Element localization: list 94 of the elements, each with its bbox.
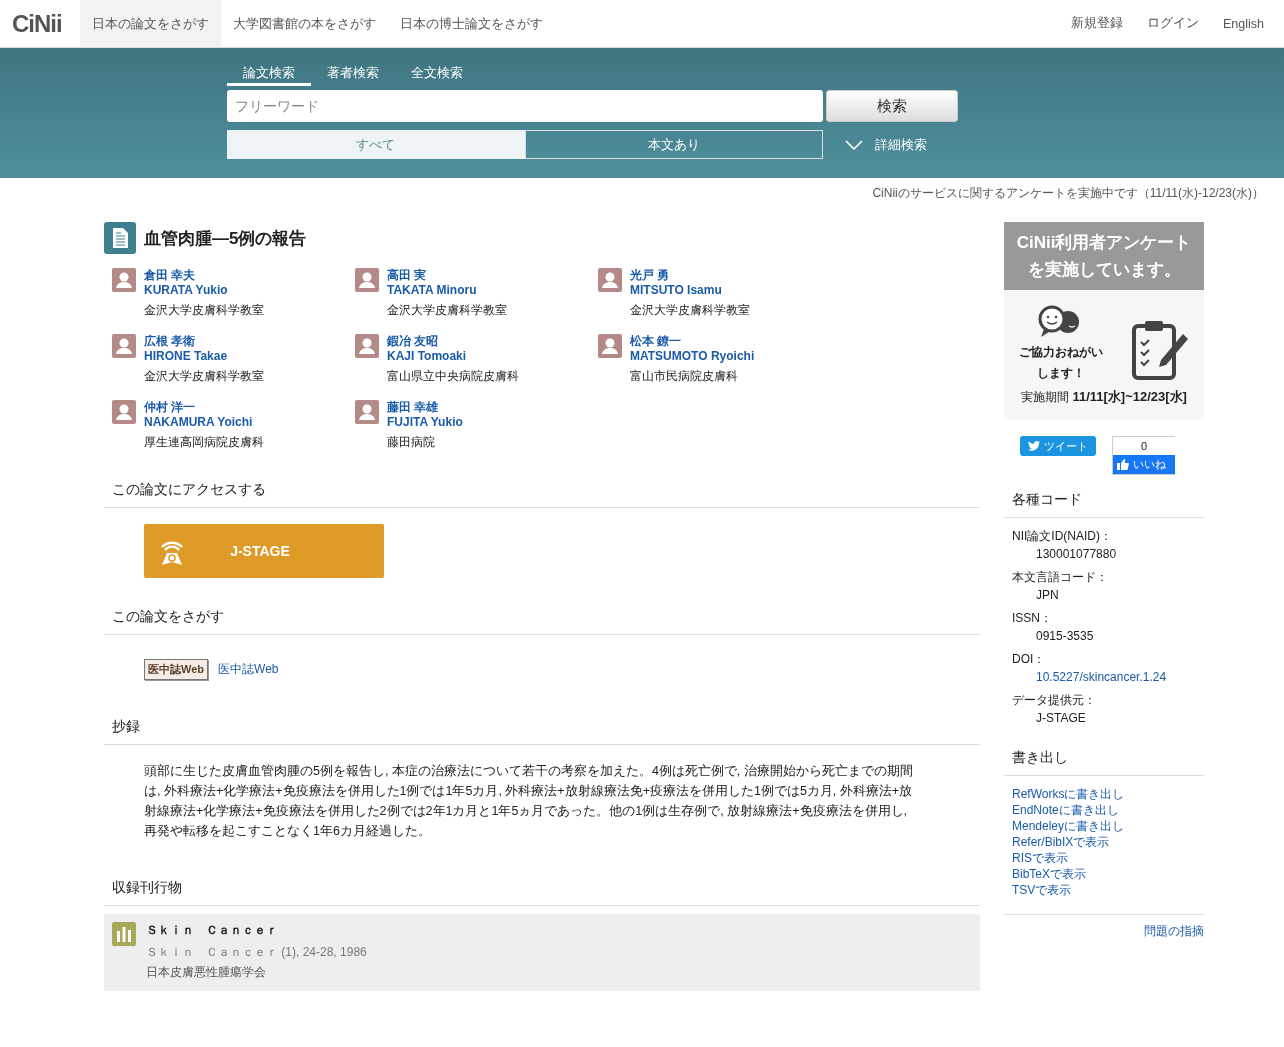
like-button[interactable]: いいね — [1113, 455, 1175, 474]
nav-link[interactable]: 新規登録 — [1071, 15, 1123, 32]
author-name-romaji[interactable]: TAKATA Minoru — [387, 283, 507, 298]
author-affiliation: 金沢大学皮膚科学教室 — [144, 368, 264, 385]
banner-caption: します！ — [1036, 365, 1086, 382]
search-tab[interactable]: 著者検索 — [310, 64, 395, 86]
author-name-romaji[interactable]: MATSUMOTO Ryoichi — [630, 349, 755, 364]
author-name[interactable]: 倉田 幸夫 — [144, 268, 264, 283]
code-value: JPN — [1035, 588, 1060, 602]
export-link[interactable]: EndNoteに書き出し — [1012, 802, 1196, 818]
author-name[interactable]: 鍜冶 友昭 — [387, 334, 519, 349]
search-tab[interactable]: 全文検索 — [394, 64, 479, 86]
author-affiliation: 厚生連高岡病院皮膚科 — [144, 434, 264, 451]
nav-link[interactable]: English — [1223, 16, 1264, 31]
author-name[interactable]: 高田 実 — [387, 268, 507, 283]
banner-period: 11/11[水]~12/23[水] — [1072, 389, 1187, 404]
avatar-icon — [112, 334, 136, 358]
document-icon — [104, 222, 136, 254]
author-name[interactable]: 松本 鐐一 — [630, 334, 755, 349]
author-name[interactable]: 藤田 幸雄 — [387, 400, 463, 415]
author-name-romaji[interactable]: KURATA Yukio — [144, 283, 264, 298]
banner-caption: ご協力おねがい — [1019, 344, 1103, 361]
author-name[interactable]: 仲村 洋一 — [144, 400, 264, 415]
code-value: J-STAGE — [1035, 711, 1087, 725]
code-label: データ提供元： — [1012, 692, 1097, 709]
nav-tab[interactable]: 大学図書館の本をさがす — [220, 0, 388, 47]
avatar-icon — [355, 268, 379, 292]
author-name-romaji[interactable]: NAKAMURA Yoichi — [144, 415, 264, 430]
code-link[interactable]: 10.5227/skincancer.1.24 — [1012, 670, 1196, 684]
journal-citation: Ｓｋｉｎ Ｃａｎｃｅｒ (1), 24-28, 1986 — [146, 944, 367, 961]
code-label: NII論文ID(NAID)： — [1012, 528, 1113, 545]
export-link[interactable]: TSVで表示 — [1012, 882, 1196, 898]
export-link[interactable]: Refer/BibIXで表示 — [1012, 834, 1196, 850]
code-label: 本文言語コード： — [1012, 569, 1109, 586]
database-link[interactable]: 医中誌Web — [218, 661, 279, 678]
banner-title: CiNii利用者アンケート — [1015, 232, 1193, 254]
author-affiliation: 富山市民病院皮膚科 — [630, 368, 739, 385]
section-heading: 書き出し — [1004, 749, 1204, 776]
chevron-icon[interactable] — [844, 139, 863, 150]
author-name-romaji[interactable]: KAJI Tomoaki — [387, 349, 519, 364]
author-affiliation: 金沢大学皮膚科学教室 — [630, 302, 750, 319]
abstract-text: 頭部に生じた皮膚血管肉腫の5例を報告し, 本症の治療法について若干の考察を加えた。4例は死亡例で, 治療開始から死亡までの期間は, 外科療法+化学療法+免疫療法を併用した1例では1年5カ月, 外科療法+放射線療法免+疫療法を併用した1例では5カ月, 外科療法+放射線療法+化学療法+免疫療法を併用した2例では2年1カ月と1年5ヵ月であった。他の1例は生存例で, 放射線療法+免疫療法を併用し, 再発や転移を起こすことなく1年6カ月経過した。 — [143, 763, 914, 840]
code-value: 0915-3535 — [1035, 629, 1095, 643]
search-button[interactable]: 検索 — [825, 90, 958, 122]
author-name[interactable]: 光戸 勇 — [630, 268, 750, 283]
section-heading: この論文をさがす — [104, 608, 980, 635]
author-affiliation: 金沢大学皮膚科学教室 — [387, 302, 507, 319]
author-affiliation: 富山県立中央病院皮膚科 — [387, 368, 519, 385]
report-link[interactable]: 問題の指摘 — [1144, 924, 1204, 938]
avatar-icon — [112, 268, 136, 292]
author-affiliation: 藤田病院 — [387, 434, 436, 451]
clipboard-pen-icon — [1131, 318, 1189, 382]
export-link[interactable]: RISで表示 — [1012, 850, 1196, 866]
export-link[interactable]: RefWorksに書き出し — [1012, 786, 1196, 802]
section-heading: 抄録 — [104, 718, 980, 745]
avatar-icon — [598, 268, 622, 292]
section-heading: 各種コード — [1004, 491, 1204, 518]
journal-publisher: 日本皮膚悪性腫瘍学会 — [146, 964, 267, 981]
bar-chart-icon — [112, 922, 136, 946]
nav-tab[interactable]: 日本の博士論文をさがす — [387, 0, 555, 47]
banner-title: を実施しています。 — [1026, 259, 1182, 281]
search-tab[interactable]: 論文検索 — [226, 64, 311, 86]
like-count: 0 — [1139, 439, 1149, 454]
code-label: ISSN： — [1012, 610, 1053, 627]
section-heading: 収録刊行物 — [104, 879, 980, 906]
advanced-search-link[interactable]: 詳細検索 — [874, 135, 927, 154]
scope-tab[interactable]: 本文あり — [524, 130, 823, 159]
author-name-romaji[interactable]: FUJITA Yukio — [387, 415, 463, 430]
avatar-icon — [112, 400, 136, 424]
avatar-icon — [355, 400, 379, 424]
survey-banner[interactable]: CiNii利用者アンケート を実施しています。 ご協力おねがい します！ 実施期間 11/11[水]~12/23[水] — [1004, 222, 1204, 420]
article-title: 血管肉腫―5例の報告 — [144, 227, 307, 250]
avatar-icon — [355, 334, 379, 358]
author-name-romaji[interactable]: MITSUTO Isamu — [630, 283, 750, 298]
avatar-icon — [598, 334, 622, 358]
bird-icon — [1028, 441, 1040, 451]
search-field[interactable]: フリーワード — [226, 90, 823, 122]
author-name-romaji[interactable]: HIRONE Takae — [144, 349, 264, 364]
journal-title: Ｓｋｉｎ Ｃａｎｃｅｒ — [146, 922, 279, 939]
code-label: DOI： — [1012, 651, 1047, 668]
scope-tab[interactable]: すべて — [226, 130, 525, 159]
section-heading: この論文にアクセスする — [104, 481, 980, 508]
author-name[interactable]: 広根 孝衛 — [144, 334, 264, 349]
banner-period-label: 実施期間 — [1021, 390, 1070, 404]
export-link[interactable]: Mendeleyに書き出し — [1012, 818, 1196, 834]
code-value: 130001077880 — [1035, 547, 1118, 561]
thumbs-up-icon — [1117, 459, 1129, 470]
database-badge[interactable]: 医中誌Web — [144, 659, 209, 680]
nav-link[interactable]: ログイン — [1147, 15, 1199, 32]
logo[interactable]: CiNii — [0, 0, 80, 47]
nav-tab[interactable]: 日本の論文をさがす — [79, 0, 221, 47]
notice-text: CiNiiのサービスに関するアンケートを実施中です（11/11(水)-12/23(水)） — [872, 186, 1264, 200]
export-link[interactable]: BibTeXで表示 — [1012, 866, 1196, 882]
author-affiliation: 金沢大学皮膚科学教室 — [144, 302, 264, 319]
